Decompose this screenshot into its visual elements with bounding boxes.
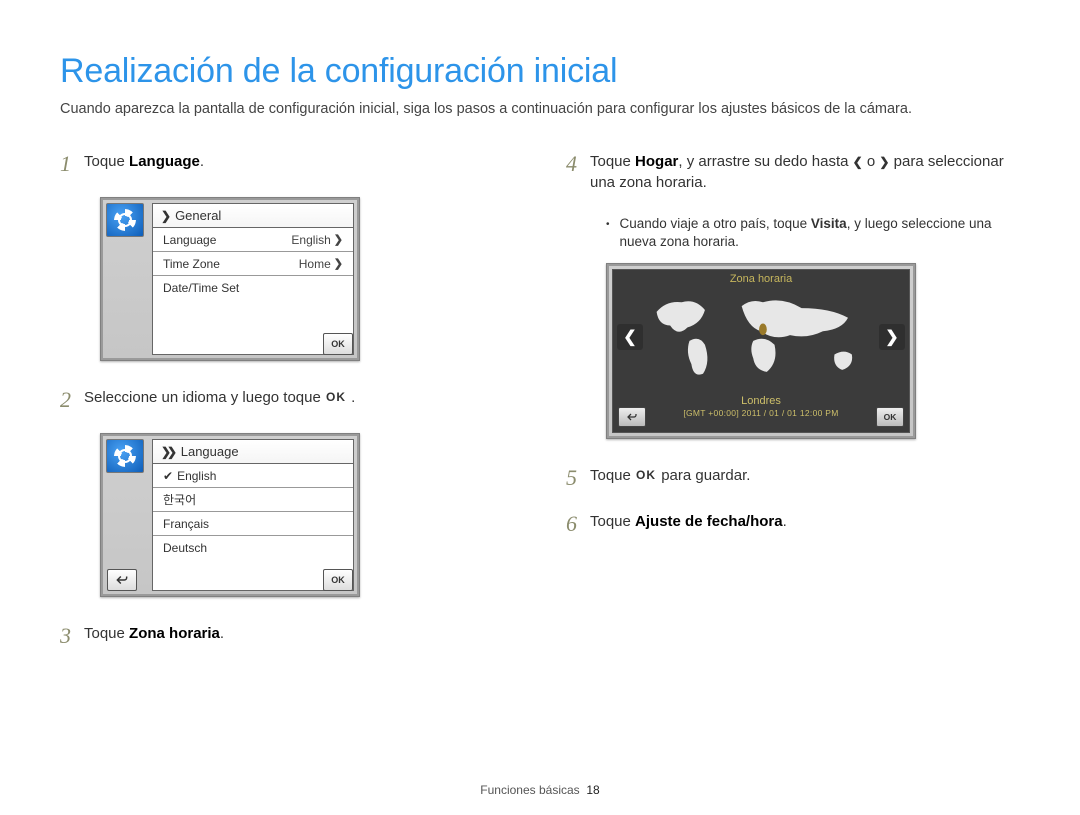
step-number: 1 xyxy=(60,151,74,175)
step-5: 5 Toque OK para guardar. xyxy=(566,465,1020,489)
lang-option-korean[interactable]: 한국어 xyxy=(153,488,353,512)
checkmark-icon: ✔ xyxy=(163,469,173,483)
row-value: English xyxy=(291,233,330,247)
step-2: 2 Seleccione un idioma y luego toque OK … xyxy=(60,387,514,411)
step-text: Toque xyxy=(84,153,129,170)
chevron-left-icon: ❮ xyxy=(853,154,863,171)
back-button[interactable] xyxy=(107,569,137,591)
row-label: Time Zone xyxy=(163,257,220,271)
bullet-icon: • xyxy=(606,215,610,251)
lang-option-english[interactable]: ✔English xyxy=(153,464,353,488)
back-arrow-icon xyxy=(115,573,129,587)
step-text: Toque xyxy=(590,513,635,530)
step-number: 6 xyxy=(566,511,580,535)
footer-section: Funciones básicas xyxy=(480,783,579,797)
settings-gear-icon[interactable] xyxy=(106,439,144,473)
step-text: Toque xyxy=(590,467,635,484)
step-4: 4 Toque Hogar, y arrastre su dedo hasta … xyxy=(566,151,1020,193)
ok-icon: OK xyxy=(325,389,347,406)
panel-header: ❯General xyxy=(153,204,353,228)
row-language[interactable]: Language English ❯ xyxy=(153,228,353,252)
lang-option-german[interactable]: Deutsch xyxy=(153,536,353,560)
step-4-note: • Cuando viaje a otro país, toque Visita… xyxy=(606,215,1020,251)
back-arrow-icon xyxy=(626,411,638,423)
ok-button[interactable]: OK xyxy=(323,333,353,355)
step-bold: Zona horaria xyxy=(129,625,220,642)
gear-icon xyxy=(114,445,136,467)
settings-gear-icon[interactable] xyxy=(106,203,144,237)
ok-icon: OK xyxy=(635,467,657,484)
chevron-left-icon: ❮ xyxy=(623,327,636,347)
step-text: Toque xyxy=(84,625,129,642)
chevron-right-icon: ❯ xyxy=(885,327,898,347)
panel-header: ❯❯ Language xyxy=(153,440,353,464)
footer-page-number: 18 xyxy=(586,783,599,797)
ok-button[interactable]: OK xyxy=(876,407,904,427)
back-button[interactable] xyxy=(618,407,646,427)
timezone-title: Zona horaria xyxy=(613,270,909,288)
timezone-city: Londres xyxy=(741,395,781,407)
screenshot-language-list: ❯❯ Language ✔English 한국어 Français Deutsc… xyxy=(100,433,360,597)
row-datetime[interactable]: Date/Time Set xyxy=(153,276,353,300)
row-label: Date/Time Set xyxy=(163,281,239,295)
timezone-gmt: [GMT +00:00] 2011 / 01 / 01 12:00 PM xyxy=(683,408,838,418)
step-bold: Ajuste de fecha/hora xyxy=(635,513,783,530)
step-3: 3 Toque Zona horaria. xyxy=(60,623,514,647)
world-map[interactable] xyxy=(645,292,877,386)
chevron-right-icon: ❯ xyxy=(334,257,343,270)
chevron-right-icon: ❯ xyxy=(334,233,343,246)
row-label: Language xyxy=(163,233,216,247)
row-value: Home xyxy=(299,257,331,271)
ok-button[interactable]: OK xyxy=(323,569,353,591)
screenshot-general-settings: ❯General Language English ❯ Time Zone Hom… xyxy=(100,197,360,361)
page-intro: Cuando aparezca la pantalla de configura… xyxy=(60,101,1020,117)
right-column: 4 Toque Hogar, y arrastre su dedo hasta … xyxy=(566,151,1020,669)
step-text: Toque xyxy=(590,153,635,170)
step-number: 3 xyxy=(60,623,74,647)
page-footer: Funciones básicas 18 xyxy=(0,783,1080,797)
step-bold: Language xyxy=(129,153,200,170)
step-bold: Hogar xyxy=(635,153,678,170)
step-number: 2 xyxy=(60,387,74,411)
chevron-double-right-icon: ❯❯ xyxy=(161,445,173,459)
chevron-right-icon: ❯ xyxy=(879,154,889,171)
lang-option-french[interactable]: Français xyxy=(153,512,353,536)
map-prev-button[interactable]: ❮ xyxy=(617,324,643,350)
step-6: 6 Toque Ajuste de fecha/hora. xyxy=(566,511,1020,535)
row-timezone[interactable]: Time Zone Home❯ xyxy=(153,252,353,276)
gear-icon xyxy=(114,209,136,231)
chevron-right-icon: ❯ xyxy=(161,209,171,223)
step-1: 1 Toque Language. xyxy=(60,151,514,175)
step-text: Seleccione un idioma y luego toque xyxy=(84,389,325,406)
left-column: 1 Toque Language. ❯General Language Engl… xyxy=(60,151,514,669)
screenshot-timezone-map: Zona horaria ❮ ❯ xyxy=(606,263,916,439)
map-next-button[interactable]: ❯ xyxy=(879,324,905,350)
world-map-icon xyxy=(645,292,877,386)
page-title: Realización de la configuración inicial xyxy=(60,52,1020,91)
step-number: 4 xyxy=(566,151,580,175)
step-number: 5 xyxy=(566,465,580,489)
